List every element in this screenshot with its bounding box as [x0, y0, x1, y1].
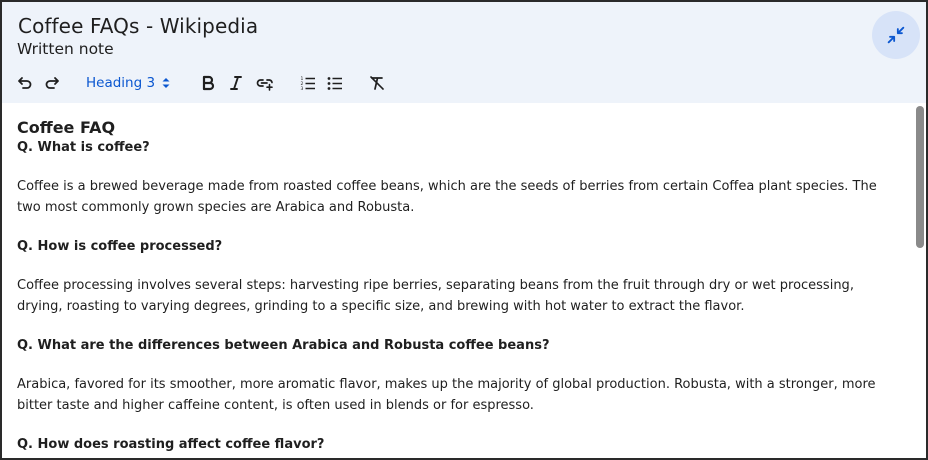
formatting-toolbar: Heading 3 1 2 3 — [2, 68, 926, 98]
svg-text:3: 3 — [301, 86, 304, 91]
italic-button[interactable] — [224, 71, 248, 95]
bulleted-list-button[interactable] — [323, 71, 347, 95]
redo-button[interactable] — [40, 71, 64, 95]
bulleted-list-icon — [327, 77, 342, 90]
faq-heading: Coffee FAQ — [17, 118, 116, 137]
insert-link-icon — [256, 79, 273, 91]
insert-link-button[interactable] — [253, 71, 277, 95]
faq-answer: Coffee is a brewed beverage made from ro… — [17, 179, 877, 215]
numbered-list-icon: 1 2 3 — [301, 76, 315, 91]
clear-formatting-icon — [370, 76, 384, 90]
faq-answer: Arabica, favored for its smoother, more … — [17, 377, 876, 413]
collapse-arrows-icon — [887, 26, 905, 44]
faq-question: Q. How is coffee processed? — [17, 239, 223, 254]
note-text-area[interactable]: Coffee FAQ Q. What is coffee? Coffee is … — [17, 118, 902, 455]
collapse-button[interactable] — [872, 11, 920, 59]
clear-formatting-button[interactable] — [365, 71, 389, 95]
bold-icon — [202, 75, 215, 91]
faq-question: Q. What is coffee? — [17, 140, 150, 155]
bold-button[interactable] — [196, 71, 220, 95]
text-style-value: Heading 3 — [86, 75, 156, 91]
redo-icon — [45, 77, 59, 89]
undo-icon — [18, 77, 32, 89]
note-editor-window: Coffee FAQs - Wikipedia Written note Hea… — [0, 0, 928, 460]
note-body[interactable]: Coffee FAQ Q. What is coffee? Coffee is … — [2, 103, 926, 458]
scrollbar-thumb[interactable] — [916, 106, 924, 248]
text-style-dropdown[interactable]: Heading 3 — [86, 71, 171, 95]
numbered-list-button[interactable]: 1 2 3 — [296, 71, 320, 95]
note-subtitle: Written note — [17, 40, 114, 58]
undo-button[interactable] — [13, 71, 37, 95]
italic-icon — [230, 76, 242, 90]
faq-question: Q. How does roasting affect coffee flavo… — [17, 437, 325, 452]
select-arrows-icon — [162, 78, 170, 88]
note-title: Coffee FAQs - Wikipedia — [18, 14, 259, 38]
editor-header: Coffee FAQs - Wikipedia Written note Hea… — [2, 2, 926, 103]
faq-question: Q. What are the differences between Arab… — [17, 338, 550, 353]
faq-answer: Coffee processing involves several steps… — [17, 278, 854, 314]
